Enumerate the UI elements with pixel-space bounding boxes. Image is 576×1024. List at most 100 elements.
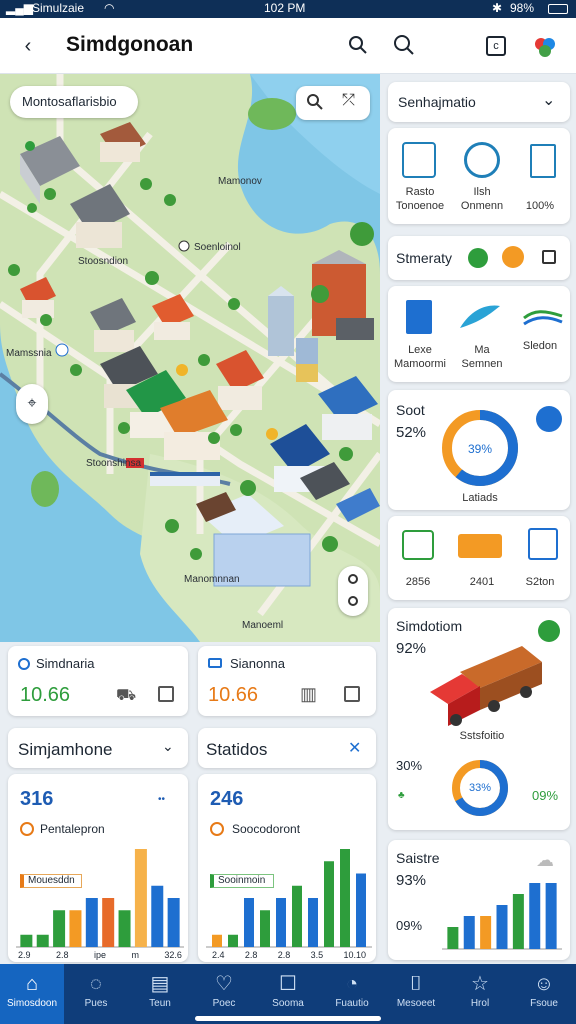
checkbox-icon[interactable] [542, 250, 556, 264]
chart-bar [463, 916, 475, 949]
grid-value: 2401 [469, 576, 495, 588]
trend-icon[interactable] [538, 620, 560, 642]
layers-icon[interactable]: c [486, 36, 506, 56]
bars-card: Saistre 93% ☁ 09% [388, 840, 570, 960]
nav-item[interactable]: ☆ Hrol [448, 964, 512, 1024]
stat-card[interactable]: Simdnaria 10.66 ⛟ [8, 646, 188, 716]
icon-grid: Rasto Tonoenoe Ilsh Onmenn 100% [388, 128, 570, 224]
chart-bar [212, 934, 222, 947]
map-search-field[interactable]: Montosaflarisbio [10, 86, 138, 118]
grid-label: Onmenn [460, 200, 504, 212]
nav-item[interactable]: ⌂ Simosdoon [0, 964, 64, 1024]
nav-item[interactable]: ▤ Teun [128, 964, 192, 1024]
signal-icon: ▂▄▆ [6, 1, 33, 15]
nav-item[interactable]: ⌷ Mesoeet [384, 964, 448, 1024]
truck-card: Simdotiom 92% Sstsfoitio 30% ♣ 33% 09% [388, 608, 570, 830]
home-icon[interactable] [528, 528, 558, 560]
chart-bar [292, 885, 302, 947]
clock-icon [20, 822, 34, 836]
chevron-down-icon[interactable]: ⌄ [162, 738, 174, 755]
search-icon[interactable] [392, 34, 416, 58]
map-label: Mamonov [218, 176, 262, 187]
zoom-control[interactable] [338, 566, 368, 616]
axis-ticks: 2.9 2.8 ipe m 32.6 [18, 950, 182, 960]
nav-label: Hrol [470, 998, 490, 1009]
axis-ticks: 2.4 2.8 2.8 3.5 10.10 [212, 950, 366, 960]
nav-item[interactable]: ◌ Pues [64, 964, 128, 1024]
map-label: Manoeml [242, 620, 284, 631]
truck-caption: Sstsfoitio [459, 730, 505, 742]
tick-label: ipe [93, 950, 106, 960]
nav-item[interactable]: ◔ Fuautio [320, 964, 384, 1024]
zoom-search-icon[interactable] [346, 34, 370, 58]
chart-bar [69, 910, 82, 947]
section-pct: 30% [396, 758, 423, 773]
nav-item[interactable]: ☺ Fsoue [512, 964, 576, 1024]
chart-bar [512, 894, 524, 949]
panel-header[interactable]: Statidos ✕ [198, 728, 376, 768]
nav-icon: ☺ [533, 973, 555, 995]
nav-icon: ▤ [150, 973, 170, 995]
globe-icon[interactable] [536, 406, 562, 432]
truck-icon [430, 646, 542, 726]
map-label: Stoosndion [78, 256, 129, 267]
wifi-icon: ◠ [104, 1, 115, 15]
location-icon [18, 658, 30, 670]
bar-chart [206, 849, 372, 948]
more-icon[interactable]: •• [158, 794, 165, 805]
chart-bar [228, 934, 238, 947]
tick-label: 2.8 [244, 950, 258, 960]
section-header[interactable]: Senhajmatio ⌄ [388, 82, 570, 122]
tower-icon[interactable] [406, 300, 432, 334]
nav-item[interactable]: ♡ Poec [192, 964, 256, 1024]
leaf-icon[interactable] [468, 248, 488, 268]
export-icon[interactable] [344, 686, 360, 702]
panel-header[interactable]: Simjamhone ⌄ [8, 728, 188, 768]
timer-icon[interactable] [464, 142, 500, 178]
phone-icon[interactable] [530, 144, 556, 178]
icon-grid: Lexe Mamoormi Ma Semnen Sledon [388, 286, 570, 382]
building-icon: ▥ [300, 684, 318, 704]
bottom-nav: ⌂ Simosdoon ◌ Pues ▤ Teun ♡ Poec ☐ Sooma ◔ Fuautio ⌷… [0, 964, 576, 1024]
grid-label: Tonoenoe [395, 200, 445, 212]
nav-label: Pues [84, 998, 108, 1009]
close-icon[interactable]: ✕ [348, 738, 361, 758]
wing-icon[interactable] [458, 302, 502, 332]
route-icon[interactable]: ⤱ [342, 92, 355, 110]
nav-item[interactable]: ☐ Sooma [256, 964, 320, 1024]
battery-icon [548, 4, 568, 14]
section-title: Simdotiom [396, 618, 463, 634]
zoom-in-icon[interactable] [348, 574, 358, 584]
donut-card: Soot 52% 39% Latiads [388, 390, 570, 510]
zoom-out-icon[interactable] [348, 596, 358, 606]
back-icon[interactable]: ‹ [16, 34, 40, 58]
grid-value: 2856 [405, 576, 431, 588]
panel-title: Simjamhone [18, 740, 113, 759]
shop-icon[interactable] [402, 142, 436, 178]
chart-bar [118, 910, 131, 947]
document-icon[interactable] [158, 686, 174, 702]
compass-icon[interactable]: ⌖ [16, 384, 48, 424]
nav-icon: ◔ [345, 973, 359, 995]
stat-card-value: 10.66 [208, 684, 259, 706]
wave-icon[interactable] [522, 308, 564, 328]
panel-sub: Soocodoront [232, 822, 301, 836]
stat-card-title: Sianonna [230, 656, 285, 671]
bar-chart [16, 849, 184, 948]
profile-icon[interactable] [532, 34, 556, 58]
map-label: Soenloinol [194, 242, 241, 253]
map-toolbar: ⤱ [296, 86, 370, 120]
chart-bar [340, 849, 350, 947]
panel-sub: Pentalepron [40, 822, 105, 836]
chevron-down-icon[interactable]: ⌄ [542, 90, 555, 110]
delivery-icon[interactable] [458, 534, 502, 558]
stall-icon[interactable] [402, 530, 434, 560]
map-search-icon[interactable] [306, 93, 324, 116]
stat-card[interactable]: Sianonna 10.66 ▥ [198, 646, 376, 716]
section-header[interactable]: Stmeraty [388, 236, 570, 280]
map-canvas [0, 74, 380, 642]
star-icon[interactable] [502, 246, 524, 268]
tick-label: 2.8 [277, 950, 291, 960]
panel-value: 246 [210, 788, 244, 810]
city-map[interactable]: Mamonov Stoosndion Soenloinol Mamssnia S… [0, 74, 380, 642]
